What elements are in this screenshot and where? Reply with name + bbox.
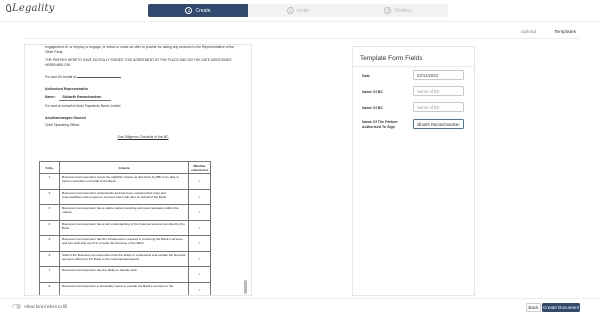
bc-name-field-2[interactable]: Name of BC <box>413 102 464 112</box>
doc-checklist-title: Due Diligence Checklist of the BC <box>117 135 169 140</box>
row-number: 8 <box>39 281 60 295</box>
panel-divider <box>353 66 474 67</box>
field-label-date: Date <box>362 74 370 78</box>
doc-name-line: Name : Sidharth Ramachandran <box>45 95 241 101</box>
table-row: 7 Business Correspondent has the ability… <box>39 266 211 283</box>
doc-name-value: Sidharth Ramachandran <box>59 95 112 101</box>
document-page: engagement of, or employ or engage, or e… <box>45 45 241 143</box>
row-criteria: Business Correspondent meets the eligibi… <box>59 173 189 190</box>
row-number: 7 <box>39 266 60 283</box>
logo-text: Legality <box>12 3 55 14</box>
doc-for-behalf: For and On behalf of <box>45 75 241 80</box>
check-icon: ✓ <box>188 281 211 295</box>
field-label-partner: Name Of The Partner Authorised To Sign <box>362 120 398 129</box>
doc-paragraph: engagement of, or employ or engage, or e… <box>45 45 235 54</box>
row-criteria: Business Correspondent has the infrastru… <box>59 235 189 252</box>
check-icon: ✓ <box>188 250 211 267</box>
doc-signer-name: Anubhavnarayan Ganesh <box>45 115 86 120</box>
row-criteria: Business Correspondent is financially so… <box>59 281 189 295</box>
row-criteria: Business Correspondent has a fair unders… <box>59 219 189 236</box>
document-preview[interactable]: engagement of, or employ or engage, or e… <box>24 44 252 296</box>
brand-logo: Legality <box>6 3 55 14</box>
row-number: 6 <box>39 250 60 267</box>
back-button[interactable]: Back <box>526 303 541 312</box>
doc-paragraph: THE PARTIES HERETO HAVE DIGITALLY SIGNED… <box>45 57 232 67</box>
check-icon: ✓ <box>188 219 211 236</box>
row-number: 2 <box>39 188 60 205</box>
table-header-met: Whether criteria met <box>188 161 211 174</box>
date-field[interactable]: 22/12/2022 <box>413 70 464 80</box>
step-label: Finalise <box>394 7 412 14</box>
check-icon: ✓ <box>188 188 211 205</box>
table-header-criteria: Criteria <box>59 161 189 174</box>
check-icon: ✓ <box>188 266 211 283</box>
checklist-table: S.No. Criteria Whether criteria met 1 Bu… <box>39 161 211 295</box>
fill-toggle-label: Allow font inches to fill <box>24 304 68 309</box>
row-criteria: Staff of the Business Correspondent has … <box>59 250 189 267</box>
step-label: Invite <box>297 7 309 14</box>
field-label-bc-name-2: Name Of BC <box>362 106 383 110</box>
app-root: Legality 1 Create 2 Invite 3 Finalise Up… <box>0 0 600 316</box>
row-criteria: Business Correspondent has a stable mark… <box>59 204 189 221</box>
step-create[interactable]: 1 Create <box>148 4 248 17</box>
check-icon: ✓ <box>188 204 211 221</box>
step-number: 1 <box>185 7 193 14</box>
footer-bar: Allow font inches to fill Back Create Do… <box>0 298 600 316</box>
table-row: 1 Business Correspondent meets the eligi… <box>39 173 211 190</box>
doc-signer-title: Chief Operating Officer <box>45 123 80 128</box>
check-icon: ✓ <box>188 173 211 190</box>
table-row: 8 Business Correspondent is financially … <box>39 281 211 295</box>
row-criteria: Business Correspondent has the ability t… <box>59 266 189 283</box>
table-row: 6 Staff of the Business Correspondent ha… <box>39 250 211 267</box>
template-form-panel: Template Form Fields Date 22/12/2022 Nam… <box>352 46 475 296</box>
doc-for-bank: For and on behalf of Airtel Payments Ban… <box>45 103 121 108</box>
field-label-bc-name: Name Of BC <box>362 90 383 94</box>
table-row: 3 Business Correspondent has a stable ma… <box>39 204 211 221</box>
row-criteria: Business Correspondent understands and h… <box>59 188 189 205</box>
row-number: 3 <box>39 204 60 221</box>
table-header-sno: S.No. <box>39 161 60 174</box>
logo-icon <box>6 4 11 12</box>
step-finalise[interactable]: 3 Finalise <box>348 4 448 17</box>
table-row: 5 Business Correspondent has the infrast… <box>39 235 211 252</box>
panel-title: Template Form Fields <box>360 55 423 62</box>
table-row: 2 Business Correspondent understands and… <box>39 188 211 205</box>
blank-line <box>77 76 122 78</box>
row-number: 1 <box>39 173 60 190</box>
progress-stepper: 1 Create 2 Invite 3 Finalise <box>148 4 448 17</box>
row-number: 4 <box>39 219 60 236</box>
step-number: 3 <box>384 7 392 14</box>
top-bar: Legality 1 Create 2 Invite 3 Finalise <box>0 0 600 22</box>
check-icon: ✓ <box>188 235 211 252</box>
tabs-divider <box>24 38 580 39</box>
step-invite[interactable]: 2 Invite <box>248 4 348 17</box>
step-label: Create <box>195 7 211 14</box>
doc-name-label: Name : <box>45 94 57 99</box>
step-number: 2 <box>287 7 295 14</box>
create-document-button[interactable]: Create Document <box>542 303 580 312</box>
doc-for-behalf-text: For and On behalf of <box>45 74 77 79</box>
bc-name-field[interactable]: Name of BC <box>413 86 464 96</box>
partner-name-field[interactable]: idharth Ramachandran <box>413 119 464 129</box>
fill-toggle[interactable] <box>12 304 21 309</box>
doc-auth-rep: Authorised Representative <box>45 86 89 91</box>
table-row: 4 Business Correspondent has a fair unde… <box>39 219 211 236</box>
document-scrollbar[interactable] <box>244 280 247 294</box>
row-number: 5 <box>39 235 60 252</box>
